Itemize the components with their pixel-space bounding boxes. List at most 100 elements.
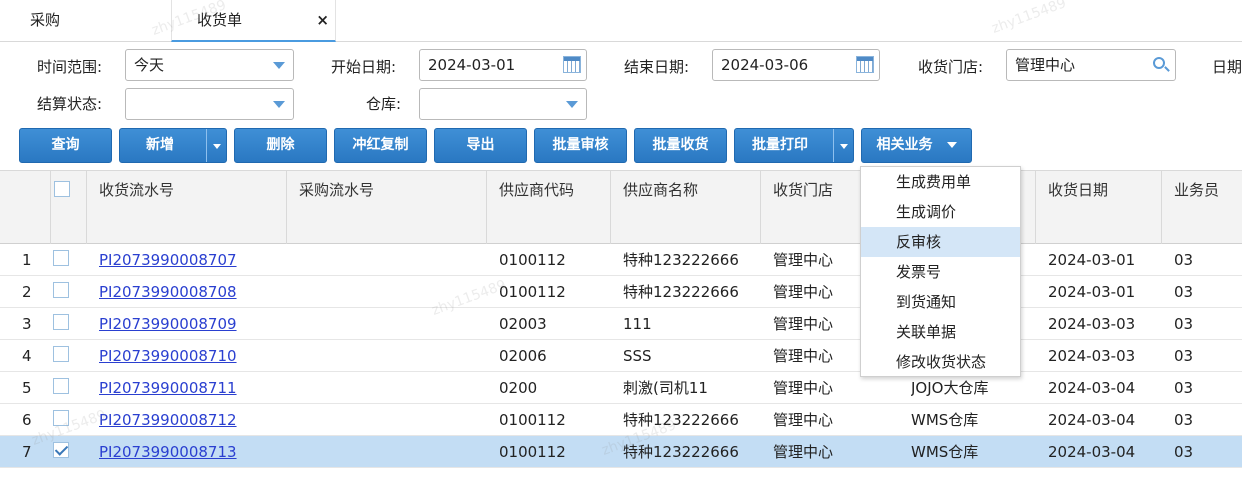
- supplier-code: 02003: [499, 315, 547, 333]
- row-number: 2: [22, 283, 32, 301]
- header-receipt-date[interactable]: 收货日期: [1035, 171, 1161, 244]
- store-label: 收货门店:: [918, 58, 984, 76]
- row-number: 5: [22, 379, 32, 397]
- chevron-down-icon[interactable]: [206, 129, 226, 162]
- header-receipt-no[interactable]: 收货流水号: [86, 171, 286, 244]
- warehouse-label: 仓库:: [366, 95, 402, 113]
- settle-status-select[interactable]: [125, 88, 294, 120]
- table-row[interactable]: 5 PI2073990008711 0200 刺激(司机11 管理中心 JOJO大仓库 20…: [0, 372, 1242, 404]
- add-button[interactable]: 新增: [119, 128, 227, 163]
- menu-item-modify-status[interactable]: 修改收货状态: [861, 347, 1020, 377]
- table-row[interactable]: 6 PI2073990008712 0100112 特种123222666 管理中心 WM…: [0, 404, 1242, 436]
- menu-item-reverse-audit[interactable]: 反审核: [861, 227, 1020, 257]
- receipt-date: 2024-03-01: [1048, 251, 1136, 269]
- row-checkbox[interactable]: [53, 378, 69, 394]
- start-date-input[interactable]: 2024-03-01: [419, 49, 587, 81]
- receipt-date: 2024-03-04: [1048, 411, 1136, 429]
- receipt-date: 2024-03-04: [1048, 443, 1136, 461]
- row-checkbox[interactable]: [53, 346, 69, 362]
- related-business-button[interactable]: 相关业务: [861, 128, 972, 163]
- row-checkbox[interactable]: [53, 250, 69, 266]
- receipt-no-link[interactable]: PI2073990008707: [99, 244, 237, 276]
- tab-purchase-label: 采购: [30, 11, 61, 29]
- header-clerk[interactable]: 业务员: [1161, 171, 1242, 244]
- supplier-code: 0100112: [499, 251, 566, 269]
- supplier-code: 0200: [499, 379, 538, 397]
- end-date-label: 结束日期:: [624, 58, 690, 76]
- receipt-no-link[interactable]: PI2073990008713: [99, 436, 237, 468]
- chevron-down-icon: [946, 142, 957, 148]
- clerk: 03: [1174, 315, 1194, 333]
- receipt-date: 2024-03-03: [1048, 347, 1136, 365]
- batch-audit-button[interactable]: 批量审核: [534, 128, 627, 163]
- supplier-name: SSS: [623, 347, 652, 365]
- header-supplier-code[interactable]: 供应商代码: [486, 171, 610, 244]
- table-row[interactable]: 3 PI2073990008709 02003 111 管理中心 2024-03-03 03: [0, 308, 1242, 340]
- row-checkbox[interactable]: [53, 282, 69, 298]
- supplier-name: 111: [623, 315, 652, 333]
- menu-item-related-docs[interactable]: 关联单据: [861, 317, 1020, 347]
- search-icon[interactable]: [1153, 57, 1165, 69]
- table-row[interactable]: 7 PI2073990008713 0100112 特种123222666 管理中心 WM…: [0, 436, 1242, 468]
- supplier-name: 特种123222666: [623, 443, 739, 461]
- start-date-label: 开始日期:: [331, 58, 397, 76]
- supplier-code: 02006: [499, 347, 547, 365]
- chevron-down-icon[interactable]: [273, 62, 285, 69]
- menu-item-invoice-no[interactable]: 发票号: [861, 257, 1020, 287]
- select-all-checkbox[interactable]: [54, 181, 70, 197]
- table-row[interactable]: 4 PI2073990008710 02006 SSS 管理中心 2024-03-03 03: [0, 340, 1242, 372]
- batch-print-button[interactable]: 批量打印: [734, 128, 854, 163]
- menu-item-generate-fee[interactable]: 生成费用单: [861, 167, 1020, 197]
- store-input[interactable]: 管理中心: [1006, 49, 1176, 81]
- row-number: 7: [22, 443, 32, 461]
- receipt-no-link[interactable]: PI2073990008708: [99, 276, 237, 308]
- supplier-name: 特种123222666: [623, 411, 739, 429]
- receipt-no-link[interactable]: PI2073990008710: [99, 340, 237, 372]
- batch-receive-button[interactable]: 批量收货: [634, 128, 727, 163]
- row-number: 3: [22, 315, 32, 333]
- menu-item-arrival-notice[interactable]: 到货通知: [861, 287, 1020, 317]
- clerk: 03: [1174, 411, 1194, 429]
- end-date-input[interactable]: 2024-03-06: [712, 49, 880, 81]
- chevron-down-icon[interactable]: [833, 129, 853, 162]
- table-header: 收货流水号 采购流水号 供应商代码 供应商名称 收货门店 收货日期 业务员: [0, 170, 1242, 244]
- select-all-header: [50, 171, 86, 244]
- warehouse-select[interactable]: [419, 88, 587, 120]
- store: 管理中心: [773, 315, 834, 333]
- batch-print-button-label: 批量打印: [752, 137, 808, 153]
- menu-item-generate-price[interactable]: 生成调价: [861, 197, 1020, 227]
- time-range-select[interactable]: 今天: [125, 49, 294, 81]
- close-icon[interactable]: ×: [316, 0, 329, 40]
- warehouse: WMS仓库: [911, 411, 979, 429]
- supplier-code: 0100112: [499, 443, 566, 461]
- delete-button[interactable]: 删除: [234, 128, 327, 163]
- header-supplier-name[interactable]: 供应商名称: [610, 171, 760, 244]
- supplier-name: 特种123222666: [623, 283, 739, 301]
- receipt-no-link[interactable]: PI2073990008711: [99, 372, 237, 404]
- reverse-copy-button[interactable]: 冲红复制: [334, 128, 427, 163]
- store: 管理中心: [773, 251, 834, 269]
- receipt-no-link[interactable]: PI2073990008712: [99, 404, 237, 436]
- table-row[interactable]: 2 PI2073990008708 0100112 特种123222666 管理中心 20…: [0, 276, 1242, 308]
- clerk: 03: [1174, 443, 1194, 461]
- row-checkbox[interactable]: [53, 314, 69, 330]
- time-range-label: 时间范围:: [37, 58, 103, 76]
- chevron-down-icon[interactable]: [566, 101, 578, 108]
- row-checkbox[interactable]: [53, 410, 69, 426]
- end-date-value: 2024-03-06: [721, 56, 809, 74]
- row-checkbox[interactable]: [53, 442, 69, 458]
- calendar-icon[interactable]: [856, 56, 874, 73]
- store: 管理中心: [773, 347, 834, 365]
- clerk: 03: [1174, 379, 1194, 397]
- header-purchase-no[interactable]: 采购流水号: [286, 171, 486, 244]
- time-range-value: 今天: [134, 56, 165, 74]
- calendar-icon[interactable]: [563, 56, 581, 73]
- tab-purchase[interactable]: 采购: [30, 0, 60, 42]
- receipt-no-link[interactable]: PI2073990008709: [99, 308, 237, 340]
- chevron-down-icon[interactable]: [273, 101, 285, 108]
- row-number: 1: [22, 251, 32, 269]
- query-button[interactable]: 查询: [19, 128, 112, 163]
- table-row[interactable]: 1 PI2073990008707 0100112 特种123222666 管理中心 20…: [0, 244, 1242, 276]
- tab-receipt[interactable]: 收货单 ×: [171, 0, 336, 42]
- export-button[interactable]: 导出: [434, 128, 527, 163]
